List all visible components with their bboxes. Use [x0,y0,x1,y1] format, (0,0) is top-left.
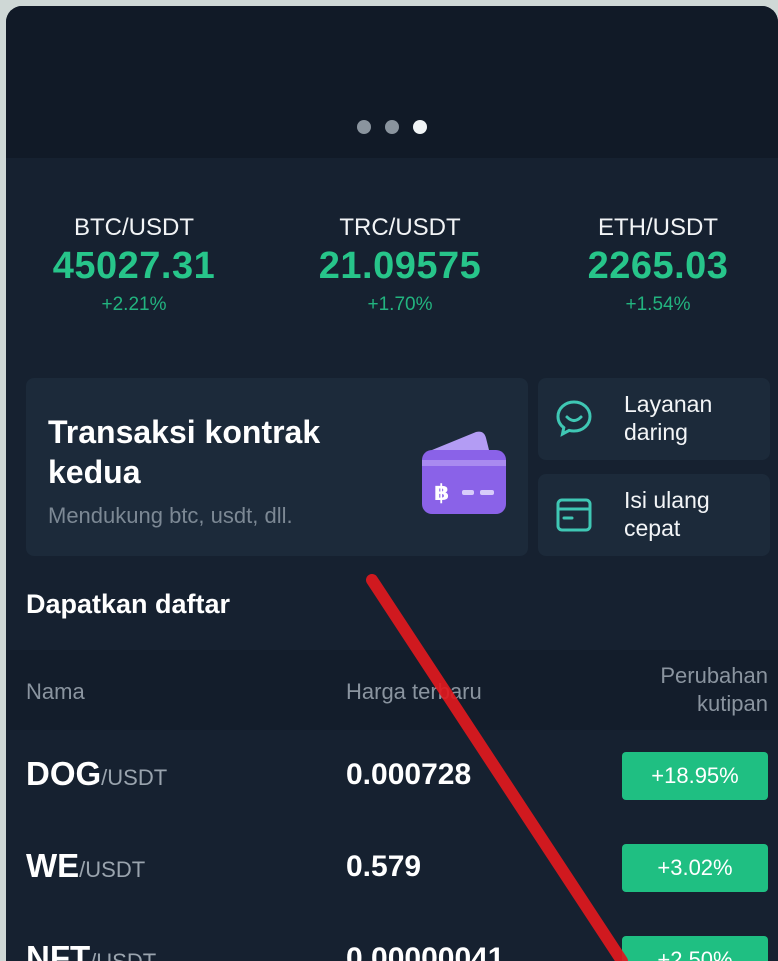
ticker-pair: TRC/USDT [339,214,461,241]
row-quote: /USDT [79,857,146,882]
ticker-trc[interactable]: TRC/USDT 21.09575 +1.70% [280,214,520,318]
carousel-dot[interactable] [385,120,399,134]
ticker-change: +1.70% [367,294,433,315]
market-tickers: BTC/USDT 45027.31 +2.21% TRC/USDT 21.095… [6,214,778,324]
row-symbol: DOG/USDT [26,754,167,798]
carousel-dot[interactable] [357,120,371,134]
market-row-we[interactable]: WE/USDT 0.579 +3.02% [6,824,778,914]
shortcut-label: Isi ulang cepat [624,487,710,541]
ticker-price: 2265.03 [587,245,729,287]
svg-text:฿: ฿ [434,481,449,506]
promo-banner-carousel[interactable] [6,6,778,158]
row-symbol: NFT/USDT [26,938,156,961]
row-quote: /USDT [101,765,168,790]
ticker-btc[interactable]: BTC/USDT 45027.31 +2.21% [14,214,254,318]
row-price: 0.579 [346,850,422,883]
row-base: NFT [26,939,91,961]
ticker-pair: BTC/USDT [74,214,194,241]
feature-subtitle: Mendukung btc, usdt, dll. [48,503,293,528]
quick-recharge-button[interactable]: Isi ulang cepat [538,474,770,556]
shortcut-label: Layanan daring [624,391,713,445]
feature-title: Transaksi kontrak kedua [48,414,321,490]
market-table-header: Nama Harga terbaru Perubahan kutipan [6,650,778,730]
carousel-dot-active[interactable] [413,120,427,134]
ticker-pair: ETH/USDT [598,214,718,241]
online-service-button[interactable]: Layanan daring [538,378,770,460]
row-change-badge[interactable]: +2.50% [622,936,768,961]
row-base: WE [26,847,80,884]
card-recharge-icon [556,498,592,532]
app-screen: BTC/USDT 45027.31 +2.21% TRC/USDT 21.095… [6,6,778,961]
column-header-change[interactable]: Perubahan kutipan [618,662,768,718]
ticker-price: 21.09575 [318,245,482,287]
contract-trading-card[interactable]: Transaksi kontrak kedua Mendukung btc, u… [26,378,528,556]
row-change-badge[interactable]: +3.02% [622,844,768,892]
row-symbol: WE/USDT [26,846,145,890]
row-base: DOG [26,755,102,792]
column-header-price[interactable]: Harga terbaru [346,678,482,706]
row-price: 0.000728 [346,758,472,791]
ticker-change: +2.21% [101,294,167,315]
row-quote: /USDT [90,949,156,961]
ticker-price: 45027.31 [52,245,216,287]
column-header-name[interactable]: Nama [26,678,85,706]
section-title: Dapatkan daftar [26,589,231,619]
wallet-icon: ฿ [422,431,506,514]
chat-support-icon [556,400,592,437]
carousel-indicator [6,120,778,134]
ticker-change: +1.54% [625,294,691,315]
market-row-nft[interactable]: NFT/USDT 0.00000041 +2.50% [6,916,778,961]
market-row-dog[interactable]: DOG/USDT 0.000728 +18.95% [6,732,778,822]
row-price: 0.00000041 [346,942,505,961]
row-change-badge[interactable]: +18.95% [622,752,768,800]
ticker-eth[interactable]: ETH/USDT 2265.03 +1.54% [538,214,778,318]
